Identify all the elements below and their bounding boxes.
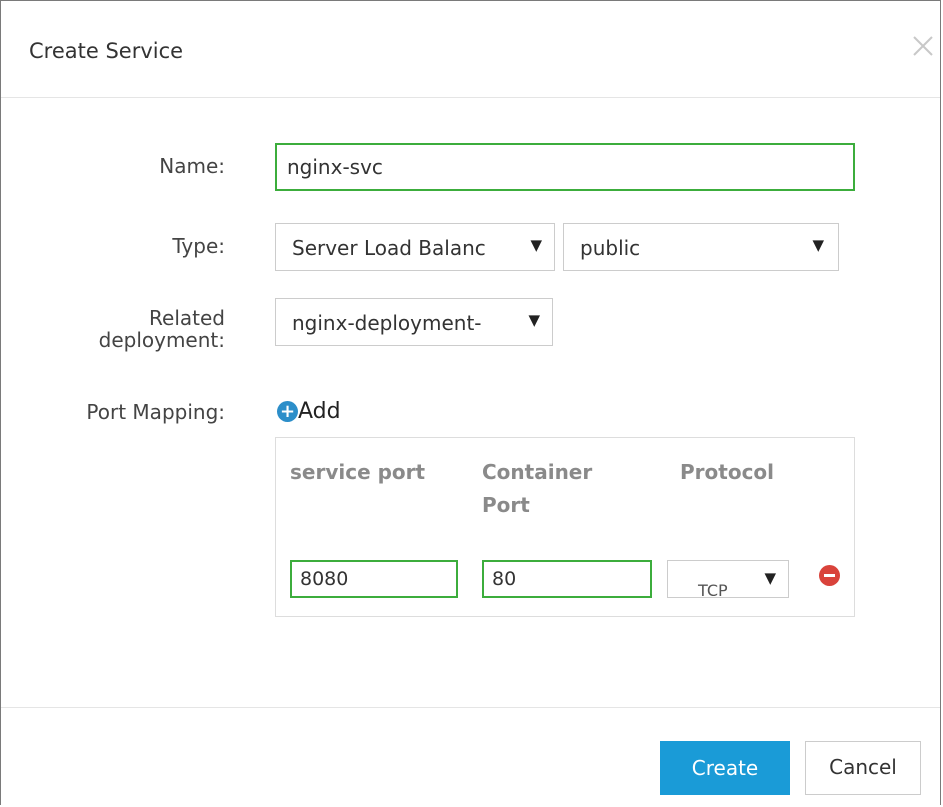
service-port-input[interactable]: [290, 560, 458, 598]
add-port-button[interactable]: + Add: [277, 399, 341, 424]
deployment-select[interactable]: nginx-deployment- ▼: [275, 298, 553, 346]
deployment-label: Related deployment:: [99, 307, 225, 351]
deployment-label-line2: deployment:: [98, 328, 225, 352]
container-port-input[interactable]: [482, 560, 652, 598]
chevron-down-icon: ▼: [812, 236, 824, 254]
type-select[interactable]: Server Load Balanc ▼: [275, 223, 555, 271]
header-container-port-line1: Container: [482, 460, 593, 484]
dialog-title: Create Service: [29, 39, 184, 63]
remove-port-button[interactable]: [819, 565, 840, 586]
create-service-dialog: Create Service Name: Type: Server Load B…: [0, 0, 941, 805]
deployment-label-line1: Related: [149, 306, 225, 330]
type-label: Type:: [172, 234, 225, 258]
protocol-select[interactable]: TCP ▼: [667, 560, 789, 598]
header-protocol: Protocol: [680, 460, 775, 484]
header-container-port: Container Port: [482, 456, 592, 522]
dialog-header: Create Service: [1, 1, 940, 98]
dialog-footer: Create Cancel: [1, 707, 940, 807]
add-label: Add: [298, 399, 341, 424]
close-icon[interactable]: [906, 29, 940, 63]
network-select[interactable]: public ▼: [563, 223, 839, 271]
cancel-button[interactable]: Cancel: [805, 741, 921, 795]
port-mapping-label: Port Mapping:: [86, 400, 225, 424]
chevron-down-icon: ▼: [764, 569, 776, 587]
name-input[interactable]: [275, 143, 855, 191]
header-service-port: service port: [290, 460, 426, 484]
port-mapping-table: service port Container Port Protocol TCP…: [275, 437, 855, 617]
name-label: Name:: [159, 154, 225, 178]
plus-circle-icon: +: [277, 401, 298, 422]
chevron-down-icon: ▼: [522, 311, 540, 329]
header-container-port-line2: Port: [482, 493, 530, 517]
network-select-value: public: [580, 236, 641, 260]
protocol-select-value: TCP: [698, 581, 728, 598]
chevron-down-icon: ▼: [524, 236, 542, 254]
create-button[interactable]: Create: [660, 741, 790, 795]
deployment-select-value: nginx-deployment-: [292, 311, 482, 335]
type-select-value: Server Load Balanc: [292, 236, 486, 260]
